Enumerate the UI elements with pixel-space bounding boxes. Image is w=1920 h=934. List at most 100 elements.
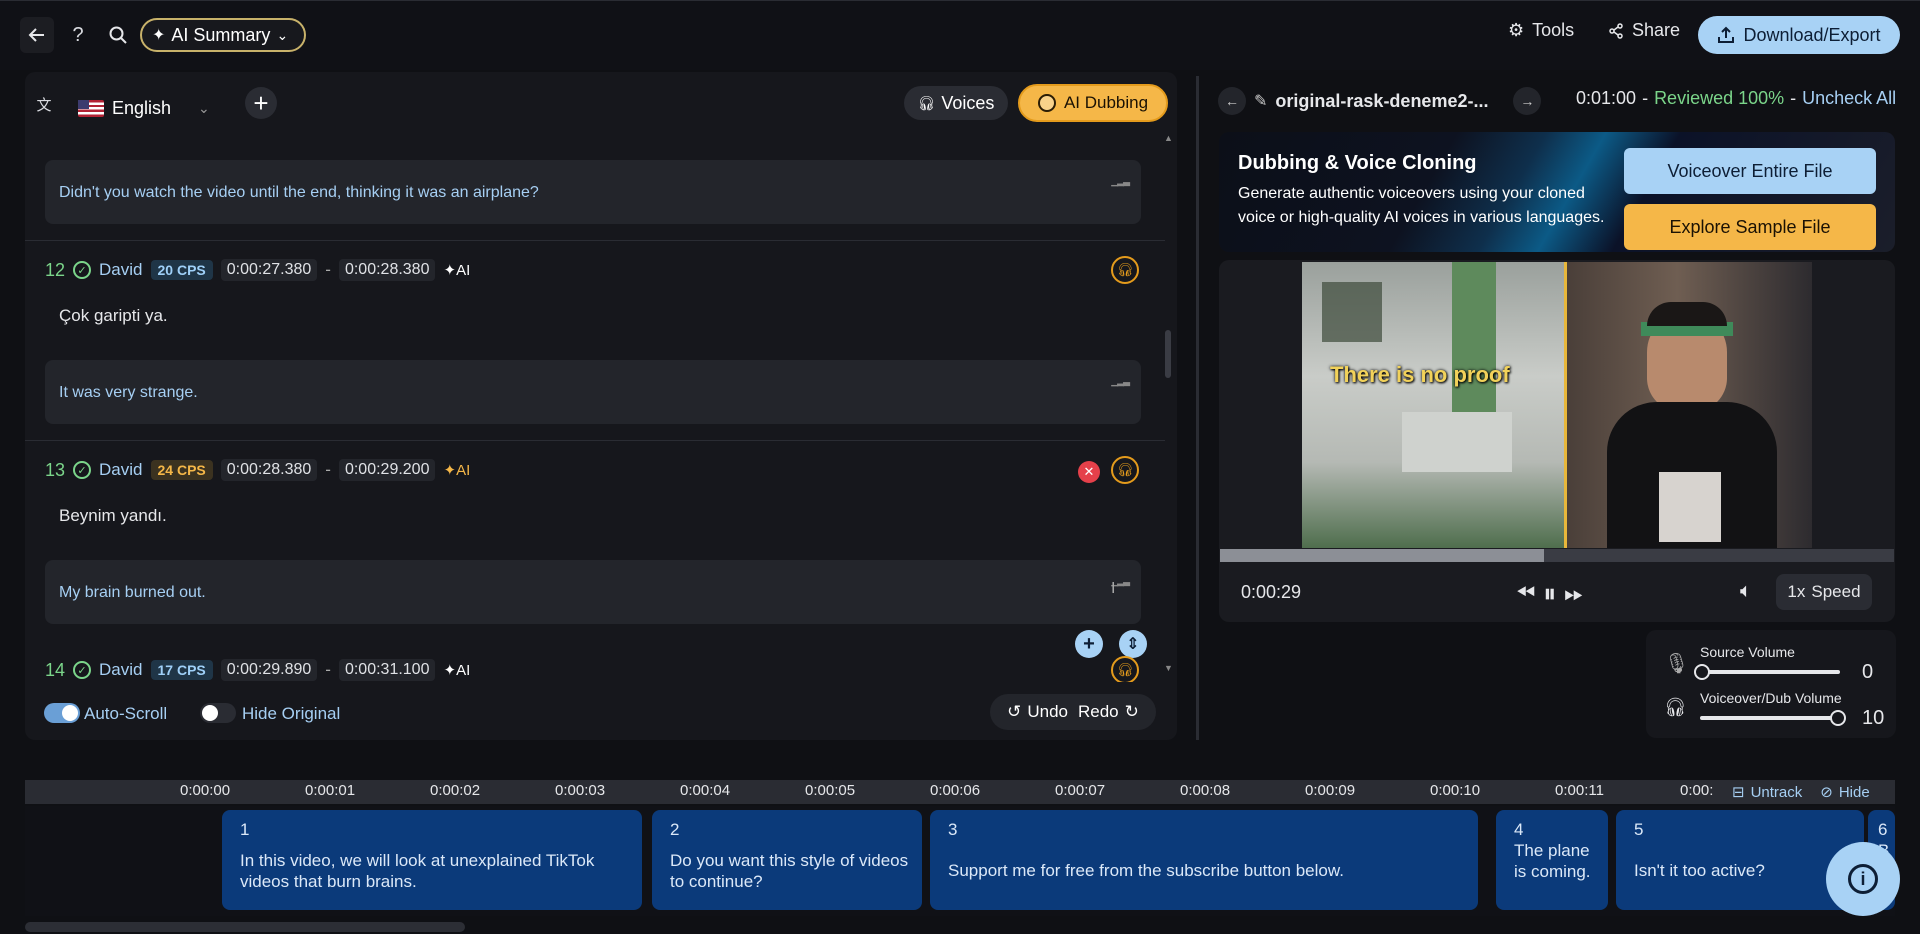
start-time[interactable]: 0:00:28.380 [220,459,318,481]
timeline-options: ⊟ Untrack ⊘ Hide [1732,780,1870,804]
timeline-tick-label: 0:00:07 [1055,782,1106,799]
chevron-down-icon: ⌄ [276,26,289,43]
arrow-right-icon: → [1520,93,1535,109]
pause-icon: ⏸︎ [1543,578,1557,608]
auto-scroll-toggle[interactable] [44,703,80,723]
panel-resize-handle[interactable] [1196,76,1199,740]
close-icon[interactable]: ✕ [1078,461,1100,483]
clip-number: 4 [1514,820,1524,839]
hide-original-toggle[interactable] [200,703,236,723]
file-name[interactable]: original-rask-deneme2-... [1275,91,1505,112]
translation-box[interactable]: It was very strange. ▁▂▃ [45,360,1141,424]
video-frame[interactable]: There is no proof [1302,262,1812,548]
redo-button[interactable]: Redo ↻ [1078,702,1139,722]
timeline-clip[interactable]: 1 In this video, we will look at unexpla… [222,810,642,910]
dub-volume-knob[interactable] [1830,710,1846,726]
untrack-button[interactable]: ⊟ Untrack [1732,783,1802,802]
redo-label: Redo [1078,702,1119,721]
segment-number: 13 [45,459,66,480]
hide-timeline-button[interactable]: ⊘ Hide [1820,783,1869,802]
timeline-clip[interactable]: 2 Do you want this style of videos to co… [652,810,922,910]
speed-button[interactable]: 1x Speed [1776,574,1872,610]
play-voice-button[interactable]: 🎧︎ [1111,656,1139,682]
voices-button[interactable]: 🎧︎ Voices [904,86,1008,120]
end-time[interactable]: 0:00:31.100 [338,659,436,681]
uncheck-all-link[interactable]: Uncheck All [1802,88,1896,109]
end-time[interactable]: 0:00:28.380 [338,259,436,281]
timeline-clip[interactable]: 5 Isn't it too active? [1616,810,1864,910]
volume-icon[interactable]: 🔈︎ [1740,580,1752,603]
source-volume-value: 0 [1862,661,1874,683]
play-voice-button[interactable]: 🎧︎ [1111,256,1139,284]
signal-icon: ▁▂▃ [1111,376,1130,386]
language-select[interactable]: English ⌄ [78,90,228,126]
source-volume-slider[interactable] [1700,670,1840,674]
voices-label: Voices [941,92,995,113]
undo-button[interactable]: ↺ Undo [1007,702,1068,722]
reviewed-percent: Reviewed 100% [1654,88,1785,108]
ai-tag[interactable]: ✦AI [443,461,470,479]
hair [1647,302,1727,326]
segment-scrollbar[interactable]: ▲ ▼ [1164,133,1173,673]
toggle-knob [62,705,78,721]
voiceover-entire-file-button[interactable]: Voiceover Entire File [1624,148,1876,194]
original-text[interactable]: Beynim yandı. [59,506,167,526]
cps-badge: 24 CPS [150,460,213,480]
ai-tag[interactable]: ✦AI [443,661,470,679]
merge-segment-button[interactable]: ⇕ [1119,630,1147,658]
add-segment-button[interactable]: + [1075,630,1103,658]
translation-box[interactable]: Didn't you watch the video until the end… [45,160,1141,224]
translate-button[interactable]: 文 [32,92,56,116]
timeline-clip[interactable]: 3 Support me for free from the subscribe… [930,810,1478,910]
start-time[interactable]: 0:00:29.890 [220,659,318,681]
original-text[interactable]: Çok garipti ya. [59,306,168,326]
ai-dubbing-button[interactable]: AI Dubbing [1018,84,1168,122]
clip-number: 1 [240,820,250,839]
pause-button[interactable]: ⏸︎ [1543,578,1556,610]
speaker-name[interactable]: David [99,660,142,680]
ai-summary-button[interactable]: ✦ AI Summary ⌄ [140,18,306,52]
speaker-name[interactable]: David [99,460,142,480]
share-icon [1609,22,1623,39]
help-button[interactable]: ? [66,20,90,50]
dub-volume-slider[interactable] [1700,716,1840,720]
timeline-clip[interactable]: 4 The plane is coming. [1496,810,1608,910]
ai-tag-label: AI [456,262,471,279]
check-icon[interactable]: ✓ [73,461,92,479]
rewind-button[interactable]: ⏪︎ [1516,580,1535,608]
tools-button[interactable]: ⚙ Tools [1508,20,1574,41]
speaker-name[interactable]: David [99,260,142,280]
ai-tag[interactable]: ✦AI [443,261,470,279]
info-button[interactable]: i [1826,842,1900,916]
timeline-scrollbar[interactable] [25,922,465,932]
translation-box[interactable]: My brain burned out. ▁▂▃ I [45,560,1141,624]
dub-volume-label: Voiceover/Dub Volume [1700,690,1842,706]
add-language-button[interactable]: + [245,87,277,119]
explore-sample-file-button[interactable]: Explore Sample File [1624,204,1876,250]
current-time: 0:00:29 [1241,582,1302,602]
dubbing-toggle-icon [1037,94,1056,112]
source-volume-knob[interactable] [1694,664,1710,680]
check-icon[interactable]: ✓ [73,661,92,679]
check-icon[interactable]: ✓ [73,261,92,279]
start-time[interactable]: 0:00:27.380 [220,259,318,281]
ai-tag-label: AI [456,462,471,479]
back-button[interactable] [20,17,54,53]
next-file-button[interactable]: → [1513,87,1542,115]
time-separator: - [325,460,331,479]
timeline-tick-label: 0:00:04 [680,782,731,799]
scroll-thumb[interactable] [1165,330,1171,378]
edit-icon[interactable]: ✎ [1254,91,1267,111]
search-button[interactable] [104,20,132,50]
download-export-button[interactable]: Download/Export [1698,16,1900,54]
clip-text: Support me for free from the subscribe b… [948,861,1344,880]
end-time[interactable]: 0:00:29.200 [338,459,436,481]
play-voice-button[interactable]: 🎧︎ [1111,456,1139,484]
share-button[interactable]: Share [1608,20,1680,41]
prev-file-button[interactable]: ← [1218,87,1246,115]
headphones-icon[interactable]: 🎧︎ [1664,697,1687,718]
fast-forward-button[interactable]: ⏩︎ [1564,580,1583,608]
mic-off-icon[interactable]: 🎙︎ [1664,651,1689,676]
fast-forward-icon: ⏩︎ [1564,580,1584,607]
signal-icon: ▁▂▃ [1111,176,1130,186]
